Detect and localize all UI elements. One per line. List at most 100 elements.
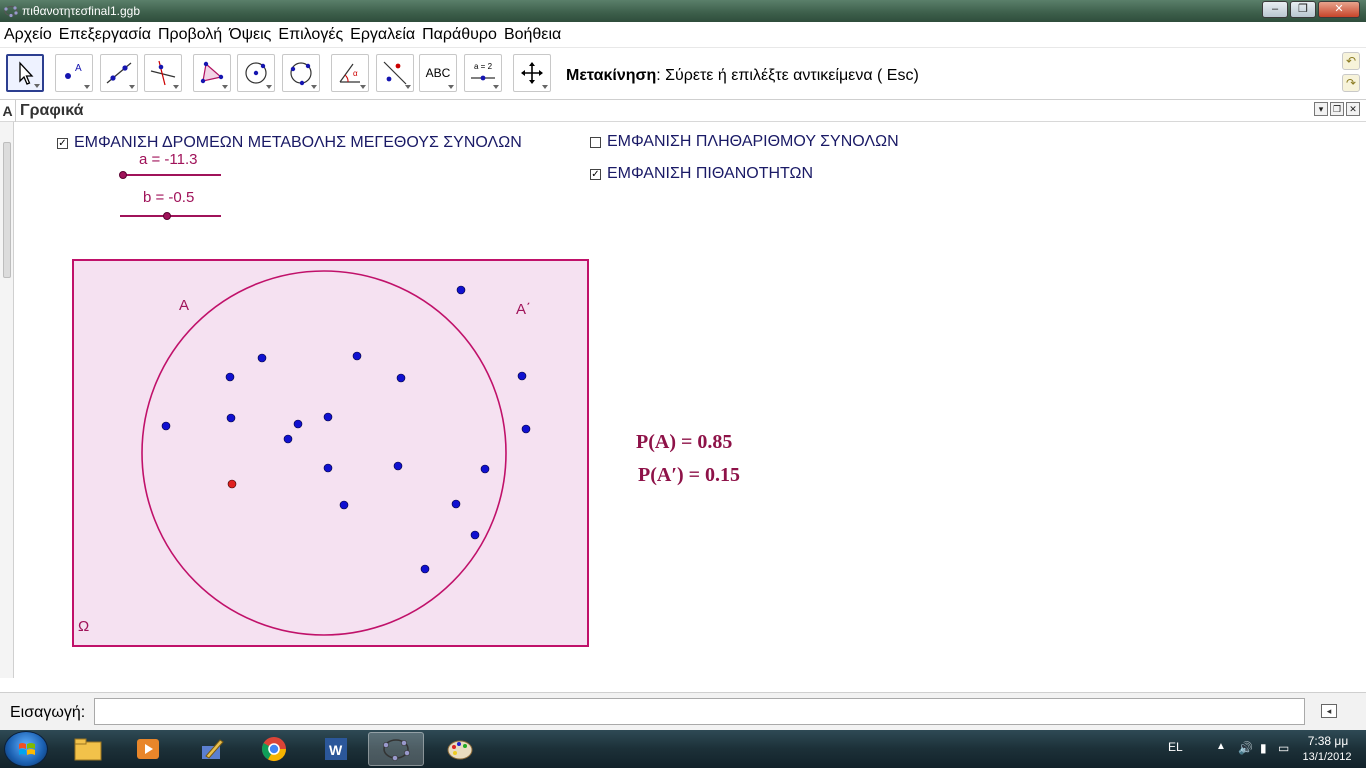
clock-time[interactable]: 7:38 μμ [1298,734,1358,748]
view-close-icon[interactable]: ✕ [1346,102,1360,116]
redo-button[interactable]: ↷ [1342,74,1360,92]
close-button[interactable]: ✕ [1318,1,1360,18]
move-graphics-view-tool-button[interactable] [513,54,551,92]
windows-taskbar: W EL ▲ 🔊 ▮ ▭ 7:38 μμ 13/1/2012 [0,730,1366,768]
sample-point[interactable] [161,421,171,431]
circle-three-points-icon [290,62,312,86]
slider-tool-label: a = 2 [474,62,493,71]
menu-view[interactable]: Προβολή [158,26,222,44]
circle-center-point-tool-button[interactable] [237,54,275,92]
input-label: Εισαγωγή: [10,704,86,721]
perpendicular-line-icon [150,60,176,86]
language-indicator[interactable]: EL [1168,740,1183,754]
power-icon[interactable]: ▭ [1278,741,1289,755]
taskbar-geogebra[interactable] [368,732,424,766]
algebra-view-toggle[interactable]: Α [0,100,16,122]
circle-three-points-tool-button[interactable] [282,54,320,92]
menu-window[interactable]: Παράθυρο [422,26,497,44]
show-cardinality-label: ΕΜΦΑΝΙΣΗ ΠΛΗΘΑΡΙΘΜΟΥ ΣΥΝΟΛΩΝ [607,133,899,150]
universe-omega-rect[interactable] [72,259,589,647]
sample-point[interactable] [420,564,430,574]
start-button[interactable] [4,731,48,767]
minimize-button[interactable]: – [1262,1,1288,18]
network-icon[interactable]: ▮ [1260,741,1267,755]
geogebra-app-icon [4,5,18,18]
svg-text:W: W [329,742,343,758]
slider-tool-button[interactable]: a = 2 [464,54,502,92]
point-tool-button[interactable]: A [55,54,93,92]
circle-center-icon [245,62,267,84]
line-tool-button[interactable] [100,54,138,92]
show-probabilities-label: ΕΜΦΑΝΙΣΗ ΠΙΘΑΝΟΤΗΤΩΝ [607,165,814,182]
sample-point[interactable] [323,463,333,473]
show-hidden-icons-icon[interactable]: ▲ [1216,741,1226,752]
word-icon: W [325,738,347,760]
view-menu-icon[interactable]: ▾ [1314,102,1328,116]
sample-point[interactable] [226,413,236,423]
text-tool-button[interactable]: ABC [419,54,457,92]
svg-text:A: A [75,63,82,74]
menu-edit[interactable]: Επεξεργασία [59,26,151,44]
input-help-icon[interactable]: ◂ [1321,704,1337,718]
menu-file[interactable]: Αρχείο [4,26,52,44]
left-scrollbar[interactable] [0,122,14,678]
volume-icon[interactable]: 🔊 [1238,741,1253,755]
sample-point[interactable] [396,373,406,383]
taskbar-explorer[interactable] [60,732,116,766]
angle-tool-button[interactable]: α [331,54,369,92]
sample-point[interactable] [323,412,333,422]
folder-icon [74,738,102,761]
palette-icon [447,740,473,760]
sample-point-red[interactable] [227,479,237,489]
sample-point[interactable] [456,285,466,295]
show-cardinality-checkbox-row[interactable]: ΕΜΦΑΝΙΣΗ ΠΛΗΘΑΡΙΘΜΟΥ ΣΥΝΟΛΩΝ [590,133,899,151]
input-bar: Εισαγωγή: ◂ [0,692,1366,730]
menu-tools[interactable]: Εργαλεία [350,26,415,44]
undo-button[interactable]: ↶ [1342,52,1360,70]
sample-point[interactable] [225,372,235,382]
sample-point[interactable] [521,424,531,434]
taskbar-paint-app[interactable] [184,732,240,766]
graphics-view-header: Α Γραφικά ▾ ❐ ✕ [0,100,1366,122]
media-player-icon [137,739,159,759]
maximize-button[interactable]: ❐ [1290,1,1316,18]
sample-point[interactable] [480,464,490,474]
sample-point[interactable] [339,500,349,510]
sample-point[interactable] [257,353,267,363]
move-tool-button[interactable] [6,54,44,92]
graphics-view-title: Γραφικά [20,102,84,119]
view-detach-icon[interactable]: ❐ [1330,102,1344,116]
tool-description: Μετακίνηση: Σύρετε ή επιλέξτε αντικείμεν… [566,67,919,85]
sample-point[interactable] [451,499,461,509]
input-field[interactable] [94,698,1305,725]
set-a-label: A [179,297,189,314]
menu-options[interactable]: Επιλογές [278,26,343,44]
menu-help[interactable]: Βοήθεια [504,26,561,44]
menu-perspectives[interactable]: Όψεις [229,26,271,44]
sample-point[interactable] [470,530,480,540]
sample-point[interactable] [517,371,527,381]
sample-point[interactable] [283,434,293,444]
cursor-arrow-icon [19,61,34,85]
probability-a-text: P(A) = 0.85 [636,431,733,453]
reflect-tool-button[interactable] [376,54,414,92]
perpendicular-line-tool-button[interactable] [144,54,182,92]
sample-point[interactable] [352,351,362,361]
polygon-icon [200,61,224,84]
tool-description-name: Μετακίνηση [566,67,657,84]
taskbar-media-player[interactable] [120,732,176,766]
clock-date[interactable]: 13/1/2012 [1294,751,1360,763]
paint-brush-icon [202,739,224,759]
sample-point[interactable] [293,419,303,429]
graphics-canvas[interactable]: ✓ ΕΜΦΑΝΙΣΗ ΔΡΟΜΕΩΝ ΜΕΤΑΒΟΛΗΣ ΜΕΓΕΘΟΥΣ ΣΥ… [15,122,1366,692]
windows-logo-icon [19,743,35,755]
taskbar-chrome[interactable] [246,732,302,766]
sample-point[interactable] [393,461,403,471]
text-tool-label: ABC [425,66,451,80]
chrome-icon [261,737,286,762]
taskbar-word[interactable]: W [308,732,364,766]
taskbar-paint[interactable] [432,732,488,766]
scrollbar-thumb[interactable] [3,142,11,278]
reflect-line-icon [383,61,407,85]
polygon-tool-button[interactable] [193,54,231,92]
